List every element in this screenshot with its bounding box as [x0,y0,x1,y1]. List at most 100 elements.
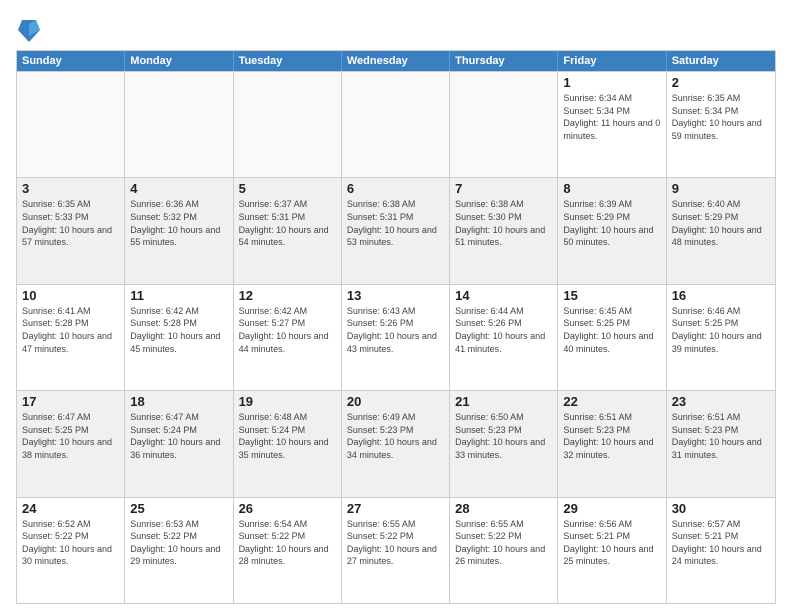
day-cell: 21 Sunrise: 6:50 AMSunset: 5:23 PMDayligh… [450,391,558,496]
header-cell-tuesday: Tuesday [234,51,342,71]
page: SundayMondayTuesdayWednesdayThursdayFrid… [0,0,792,612]
header-cell-saturday: Saturday [667,51,775,71]
day-info: Sunrise: 6:52 AMSunset: 5:22 PMDaylight:… [22,518,119,568]
header-cell-friday: Friday [558,51,666,71]
logo-icon [18,16,40,44]
day-info: Sunrise: 6:55 AMSunset: 5:22 PMDaylight:… [347,518,444,568]
day-info: Sunrise: 6:37 AMSunset: 5:31 PMDaylight:… [239,198,336,248]
day-number: 9 [672,181,770,196]
empty-cell [17,72,125,177]
day-info: Sunrise: 6:51 AMSunset: 5:23 PMDaylight:… [672,411,770,461]
day-cell: 29 Sunrise: 6:56 AMSunset: 5:21 PMDayligh… [558,498,666,603]
day-info: Sunrise: 6:35 AMSunset: 5:34 PMDaylight:… [672,92,770,142]
day-info: Sunrise: 6:48 AMSunset: 5:24 PMDaylight:… [239,411,336,461]
day-number: 29 [563,501,660,516]
day-info: Sunrise: 6:42 AMSunset: 5:27 PMDaylight:… [239,305,336,355]
calendar-row: 10Sunrise: 6:41 AMSunset: 5:28 PMDayligh… [17,284,775,390]
day-number: 28 [455,501,552,516]
day-info: Sunrise: 6:49 AMSunset: 5:23 PMDaylight:… [347,411,444,461]
empty-cell [125,72,233,177]
day-info: Sunrise: 6:44 AMSunset: 5:26 PMDaylight:… [455,305,552,355]
day-cell: 16 Sunrise: 6:46 AMSunset: 5:25 PMDayligh… [667,285,775,390]
day-number: 17 [22,394,119,409]
empty-cell [450,72,558,177]
day-cell: 17 Sunrise: 6:47 AMSunset: 5:25 PMDayligh… [17,391,125,496]
day-cell: 24Sunrise: 6:52 AMSunset: 5:22 PMDayligh… [17,498,125,603]
day-number: 22 [563,394,660,409]
day-info: Sunrise: 6:47 AMSunset: 5:25 PMDaylight:… [22,411,119,461]
day-cell: 30Sunrise: 6:57 AMSunset: 5:21 PMDayligh… [667,498,775,603]
day-number: 26 [239,501,336,516]
day-info: Sunrise: 6:34 AMSunset: 5:34 PMDaylight:… [563,92,660,142]
day-info: Sunrise: 6:55 AMSunset: 5:22 PMDaylight:… [455,518,552,568]
day-number: 18 [130,394,227,409]
day-number: 12 [239,288,336,303]
day-info: Sunrise: 6:46 AMSunset: 5:25 PMDaylight:… [672,305,770,355]
day-info: Sunrise: 6:50 AMSunset: 5:23 PMDaylight:… [455,411,552,461]
day-cell: 2 Sunrise: 6:35 AMSunset: 5:34 PMDaylight… [667,72,775,177]
day-number: 1 [563,75,660,90]
day-cell: 7 Sunrise: 6:38 AMSunset: 5:30 PMDaylight… [450,178,558,283]
calendar-row: 24Sunrise: 6:52 AMSunset: 5:22 PMDayligh… [17,497,775,603]
day-number: 5 [239,181,336,196]
empty-cell [342,72,450,177]
day-info: Sunrise: 6:54 AMSunset: 5:22 PMDaylight:… [239,518,336,568]
day-number: 8 [563,181,660,196]
day-number: 19 [239,394,336,409]
day-cell: 4 Sunrise: 6:36 AMSunset: 5:32 PMDaylight… [125,178,233,283]
day-cell: 14 Sunrise: 6:44 AMSunset: 5:26 PMDayligh… [450,285,558,390]
day-cell: 25 Sunrise: 6:53 AMSunset: 5:22 PMDayligh… [125,498,233,603]
day-cell: 19 Sunrise: 6:48 AMSunset: 5:24 PMDayligh… [234,391,342,496]
calendar-row: 17 Sunrise: 6:47 AMSunset: 5:25 PMDayligh… [17,390,775,496]
day-number: 11 [130,288,227,303]
day-number: 4 [130,181,227,196]
day-number: 7 [455,181,552,196]
empty-cell [234,72,342,177]
day-info: Sunrise: 6:43 AMSunset: 5:26 PMDaylight:… [347,305,444,355]
day-number: 10 [22,288,119,303]
day-cell: 11 Sunrise: 6:42 AMSunset: 5:28 PMDayligh… [125,285,233,390]
day-info: Sunrise: 6:56 AMSunset: 5:21 PMDaylight:… [563,518,660,568]
day-info: Sunrise: 6:51 AMSunset: 5:23 PMDaylight:… [563,411,660,461]
logo [16,16,40,44]
day-cell: 28 Sunrise: 6:55 AMSunset: 5:22 PMDayligh… [450,498,558,603]
day-cell: 22 Sunrise: 6:51 AMSunset: 5:23 PMDayligh… [558,391,666,496]
day-info: Sunrise: 6:40 AMSunset: 5:29 PMDaylight:… [672,198,770,248]
day-cell: 3 Sunrise: 6:35 AMSunset: 5:33 PMDaylight… [17,178,125,283]
day-cell: 18 Sunrise: 6:47 AMSunset: 5:24 PMDayligh… [125,391,233,496]
day-number: 25 [130,501,227,516]
day-number: 21 [455,394,552,409]
header-cell-wednesday: Wednesday [342,51,450,71]
day-info: Sunrise: 6:42 AMSunset: 5:28 PMDaylight:… [130,305,227,355]
day-info: Sunrise: 6:57 AMSunset: 5:21 PMDaylight:… [672,518,770,568]
day-info: Sunrise: 6:45 AMSunset: 5:25 PMDaylight:… [563,305,660,355]
day-number: 27 [347,501,444,516]
day-number: 14 [455,288,552,303]
day-info: Sunrise: 6:53 AMSunset: 5:22 PMDaylight:… [130,518,227,568]
day-cell: 9 Sunrise: 6:40 AMSunset: 5:29 PMDaylight… [667,178,775,283]
day-cell: 5 Sunrise: 6:37 AMSunset: 5:31 PMDaylight… [234,178,342,283]
day-info: Sunrise: 6:35 AMSunset: 5:33 PMDaylight:… [22,198,119,248]
day-info: Sunrise: 6:38 AMSunset: 5:30 PMDaylight:… [455,198,552,248]
day-number: 2 [672,75,770,90]
day-info: Sunrise: 6:47 AMSunset: 5:24 PMDaylight:… [130,411,227,461]
calendar-body: 1 Sunrise: 6:34 AMSunset: 5:34 PMDaylight… [17,71,775,603]
day-number: 23 [672,394,770,409]
header [16,12,776,44]
calendar-row: 1 Sunrise: 6:34 AMSunset: 5:34 PMDaylight… [17,71,775,177]
day-number: 16 [672,288,770,303]
day-info: Sunrise: 6:38 AMSunset: 5:31 PMDaylight:… [347,198,444,248]
calendar: SundayMondayTuesdayWednesdayThursdayFrid… [16,50,776,604]
day-number: 3 [22,181,119,196]
header-cell-monday: Monday [125,51,233,71]
day-number: 13 [347,288,444,303]
header-cell-thursday: Thursday [450,51,558,71]
day-number: 20 [347,394,444,409]
day-info: Sunrise: 6:36 AMSunset: 5:32 PMDaylight:… [130,198,227,248]
day-cell: 12 Sunrise: 6:42 AMSunset: 5:27 PMDayligh… [234,285,342,390]
day-cell: 20 Sunrise: 6:49 AMSunset: 5:23 PMDayligh… [342,391,450,496]
day-cell: 13 Sunrise: 6:43 AMSunset: 5:26 PMDayligh… [342,285,450,390]
day-cell: 1 Sunrise: 6:34 AMSunset: 5:34 PMDaylight… [558,72,666,177]
day-cell: 8Sunrise: 6:39 AMSunset: 5:29 PMDaylight… [558,178,666,283]
day-cell: 26 Sunrise: 6:54 AMSunset: 5:22 PMDayligh… [234,498,342,603]
